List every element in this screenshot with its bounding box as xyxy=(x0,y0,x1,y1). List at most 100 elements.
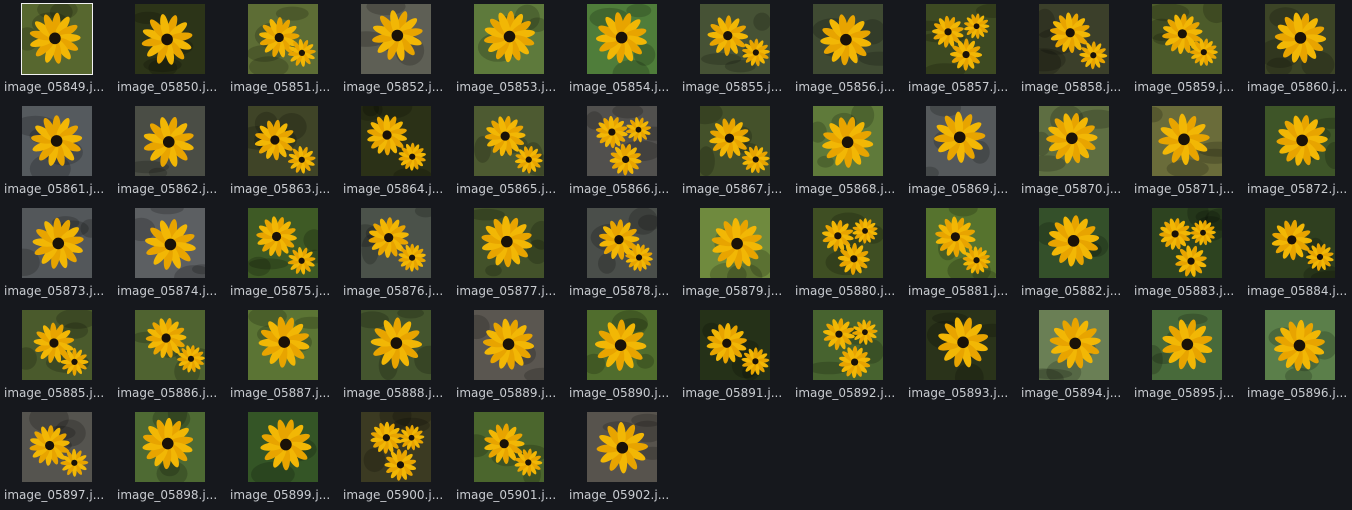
file-tile[interactable]: image_05873.j... xyxy=(0,204,113,305)
image-thumbnail[interactable] xyxy=(135,4,205,74)
file-tile[interactable]: image_05902.j... xyxy=(565,408,678,509)
file-tile[interactable]: image_05869.j... xyxy=(904,102,1017,203)
image-thumbnail[interactable] xyxy=(474,412,544,482)
file-tile[interactable]: image_05880.j... xyxy=(791,204,904,305)
image-thumbnail[interactable] xyxy=(813,310,883,380)
image-thumbnail[interactable] xyxy=(587,4,657,74)
image-thumbnail[interactable] xyxy=(813,208,883,278)
image-thumbnail[interactable] xyxy=(926,310,996,380)
file-tile[interactable]: image_05853.j... xyxy=(452,0,565,101)
file-tile[interactable]: image_05878.j... xyxy=(565,204,678,305)
file-tile[interactable]: image_05863.j... xyxy=(226,102,339,203)
file-tile[interactable]: image_05872.j... xyxy=(1243,102,1352,203)
image-thumbnail[interactable] xyxy=(135,412,205,482)
image-thumbnail[interactable] xyxy=(361,310,431,380)
image-thumbnail[interactable] xyxy=(587,106,657,176)
file-tile[interactable]: image_05897.j... xyxy=(0,408,113,509)
file-tile[interactable]: image_05892.j... xyxy=(791,306,904,407)
file-tile[interactable]: image_05898.j... xyxy=(113,408,226,509)
file-tile[interactable]: image_05894.j... xyxy=(1017,306,1130,407)
file-tile[interactable]: image_05889.j... xyxy=(452,306,565,407)
file-tile[interactable]: image_05879.j... xyxy=(678,204,791,305)
file-tile[interactable]: image_05859.j... xyxy=(1130,0,1243,101)
image-thumbnail[interactable] xyxy=(1265,106,1335,176)
file-tile[interactable]: image_05877.j... xyxy=(452,204,565,305)
file-tile[interactable]: image_05851.j... xyxy=(226,0,339,101)
image-thumbnail[interactable] xyxy=(474,106,544,176)
image-thumbnail[interactable] xyxy=(813,106,883,176)
image-thumbnail[interactable] xyxy=(361,208,431,278)
file-tile[interactable]: image_05885.j... xyxy=(0,306,113,407)
image-thumbnail[interactable] xyxy=(135,106,205,176)
file-tile[interactable]: image_05861.j... xyxy=(0,102,113,203)
image-thumbnail[interactable] xyxy=(1039,310,1109,380)
image-thumbnail[interactable] xyxy=(700,208,770,278)
file-tile[interactable]: image_05901.j... xyxy=(452,408,565,509)
image-thumbnail[interactable] xyxy=(361,4,431,74)
image-thumbnail[interactable] xyxy=(813,4,883,74)
image-thumbnail[interactable] xyxy=(1039,4,1109,74)
image-thumbnail[interactable] xyxy=(587,310,657,380)
image-thumbnail[interactable] xyxy=(22,412,92,482)
file-tile[interactable]: image_05876.j... xyxy=(339,204,452,305)
image-thumbnail[interactable] xyxy=(700,106,770,176)
file-tile[interactable]: image_05856.j... xyxy=(791,0,904,101)
image-thumbnail[interactable] xyxy=(926,106,996,176)
image-thumbnail[interactable] xyxy=(248,310,318,380)
image-thumbnail[interactable] xyxy=(22,310,92,380)
image-thumbnail[interactable] xyxy=(1039,208,1109,278)
image-thumbnail[interactable] xyxy=(135,208,205,278)
file-tile[interactable]: image_05891.j... xyxy=(678,306,791,407)
file-tile[interactable]: image_05862.j... xyxy=(113,102,226,203)
file-tile[interactable]: image_05888.j... xyxy=(339,306,452,407)
file-tile[interactable]: image_05900.j... xyxy=(339,408,452,509)
image-thumbnail[interactable] xyxy=(135,310,205,380)
image-thumbnail[interactable] xyxy=(1265,310,1335,380)
file-tile[interactable]: image_05870.j... xyxy=(1017,102,1130,203)
file-tile[interactable]: image_05857.j... xyxy=(904,0,1017,101)
image-thumbnail[interactable] xyxy=(248,412,318,482)
file-tile[interactable]: image_05855.j... xyxy=(678,0,791,101)
image-thumbnail[interactable] xyxy=(248,4,318,74)
image-thumbnail[interactable] xyxy=(700,310,770,380)
file-tile[interactable]: image_05865.j... xyxy=(452,102,565,203)
file-tile[interactable]: image_05886.j... xyxy=(113,306,226,407)
file-tile[interactable]: image_05882.j... xyxy=(1017,204,1130,305)
file-tile[interactable]: image_05860.j... xyxy=(1243,0,1352,101)
image-thumbnail[interactable] xyxy=(248,106,318,176)
image-thumbnail[interactable] xyxy=(587,412,657,482)
image-thumbnail[interactable] xyxy=(474,208,544,278)
file-tile[interactable]: image_05854.j... xyxy=(565,0,678,101)
image-thumbnail[interactable] xyxy=(474,310,544,380)
image-thumbnail[interactable] xyxy=(587,208,657,278)
file-tile[interactable]: image_05864.j... xyxy=(339,102,452,203)
file-tile[interactable]: image_05883.j... xyxy=(1130,204,1243,305)
image-thumbnail[interactable] xyxy=(21,3,93,75)
image-thumbnail[interactable] xyxy=(22,106,92,176)
image-thumbnail[interactable] xyxy=(700,4,770,74)
file-tile[interactable]: image_05849.j... xyxy=(0,0,113,101)
image-thumbnail[interactable] xyxy=(1152,310,1222,380)
file-tile[interactable]: image_05896.j... xyxy=(1243,306,1352,407)
image-thumbnail[interactable] xyxy=(361,106,431,176)
image-thumbnail[interactable] xyxy=(1152,4,1222,74)
image-thumbnail[interactable] xyxy=(1152,106,1222,176)
file-tile[interactable]: image_05867.j... xyxy=(678,102,791,203)
file-tile[interactable]: image_05852.j... xyxy=(339,0,452,101)
file-tile[interactable]: image_05887.j... xyxy=(226,306,339,407)
file-tile[interactable]: image_05893.j... xyxy=(904,306,1017,407)
image-thumbnail[interactable] xyxy=(1152,208,1222,278)
image-thumbnail[interactable] xyxy=(1265,208,1335,278)
image-thumbnail[interactable] xyxy=(248,208,318,278)
file-tile[interactable]: image_05858.j... xyxy=(1017,0,1130,101)
file-tile[interactable]: image_05874.j... xyxy=(113,204,226,305)
file-tile[interactable]: image_05890.j... xyxy=(565,306,678,407)
image-thumbnail[interactable] xyxy=(926,208,996,278)
file-tile[interactable]: image_05875.j... xyxy=(226,204,339,305)
file-tile[interactable]: image_05871.j... xyxy=(1130,102,1243,203)
image-thumbnail[interactable] xyxy=(361,412,431,482)
file-tile[interactable]: image_05866.j... xyxy=(565,102,678,203)
file-tile[interactable]: image_05868.j... xyxy=(791,102,904,203)
image-thumbnail[interactable] xyxy=(926,4,996,74)
image-thumbnail[interactable] xyxy=(22,208,92,278)
